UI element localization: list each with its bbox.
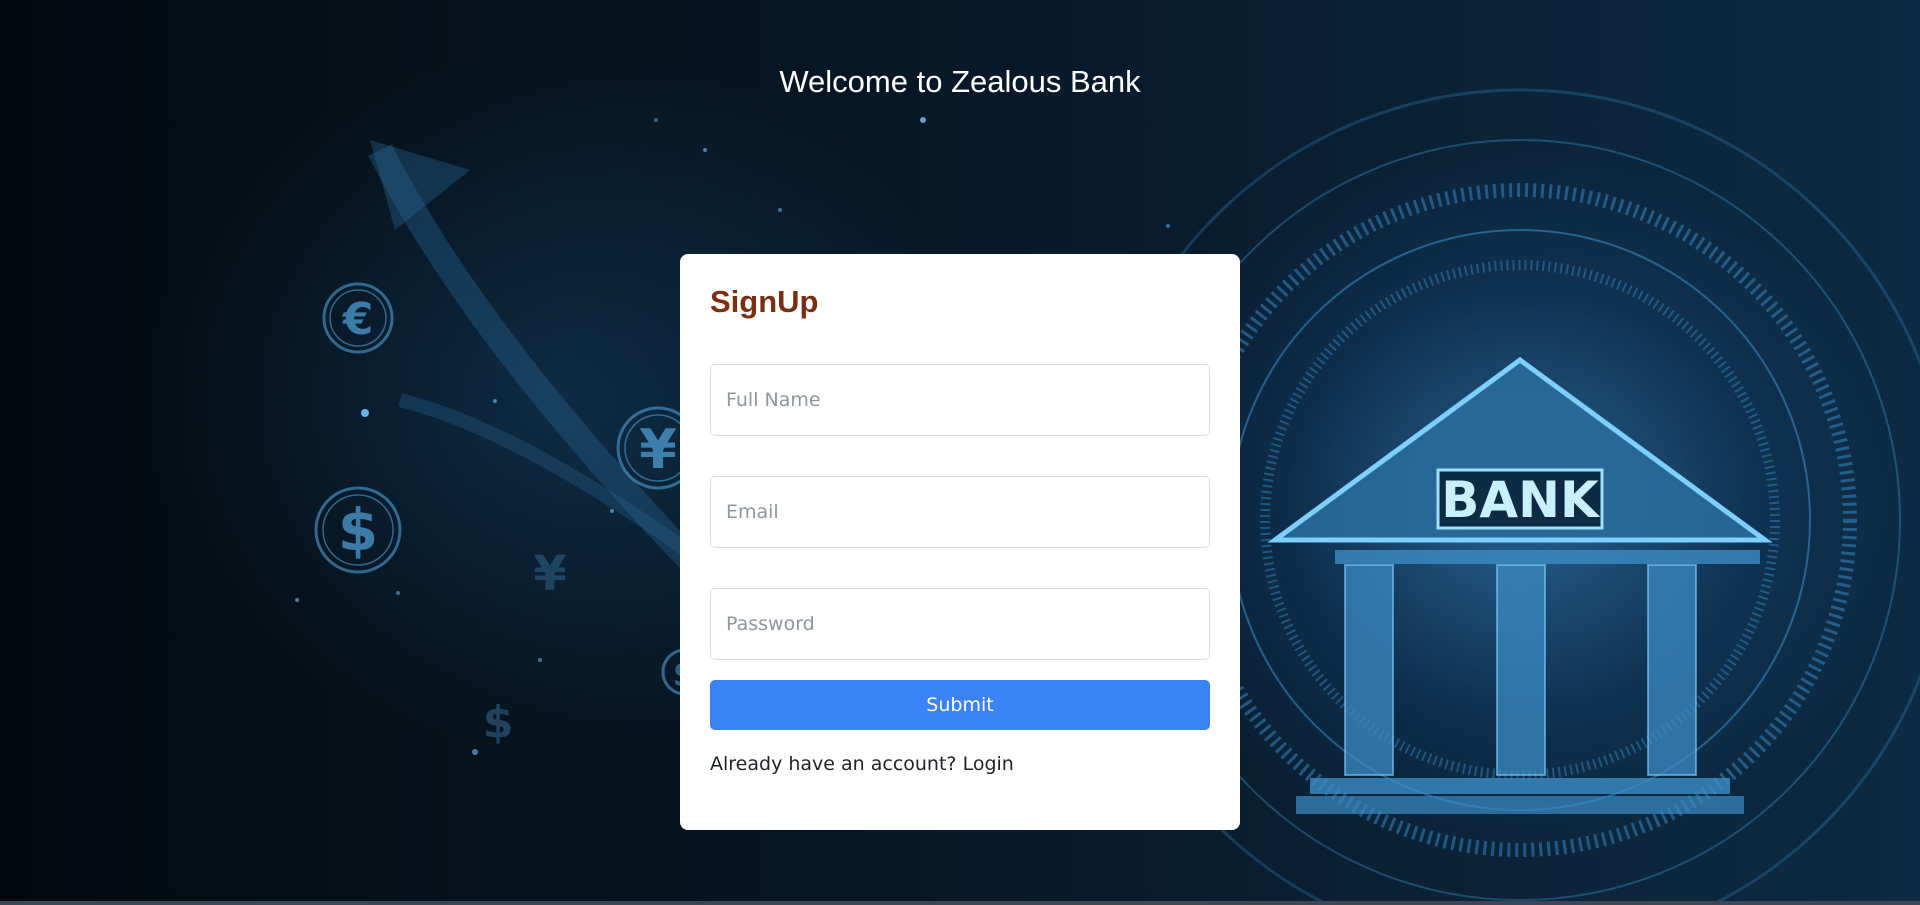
yen-faint-icon: ¥ — [533, 546, 566, 602]
login-link[interactable]: Login — [963, 753, 1014, 775]
euro-coin-icon: € — [342, 294, 374, 345]
signup-card: SignUp Submit Already have an account? L… — [680, 254, 1240, 830]
yen-coin-icon: ¥ — [639, 418, 677, 481]
background-stage: € ¥ $ $ ¥ $ BANK Welcome to Zealous Bank… — [0, 0, 1920, 905]
signup-title: SignUp — [710, 284, 819, 319]
dollar-coin-icon: $ — [338, 496, 378, 564]
bank-building-icon: BANK — [1267, 356, 1773, 814]
login-prompt: Already have an account? Login — [710, 753, 1014, 775]
bank-sign-text: BANK — [1441, 471, 1601, 529]
submit-button[interactable]: Submit — [710, 680, 1210, 730]
bottom-border — [0, 901, 1920, 905]
email-input[interactable] — [710, 476, 1210, 548]
login-prompt-text: Already have an account? — [710, 753, 957, 775]
full-name-input[interactable] — [710, 364, 1210, 436]
welcome-heading: Welcome to Zealous Bank — [779, 64, 1141, 99]
password-input[interactable] — [710, 588, 1210, 660]
dollar-faint-icon: $ — [483, 697, 514, 748]
